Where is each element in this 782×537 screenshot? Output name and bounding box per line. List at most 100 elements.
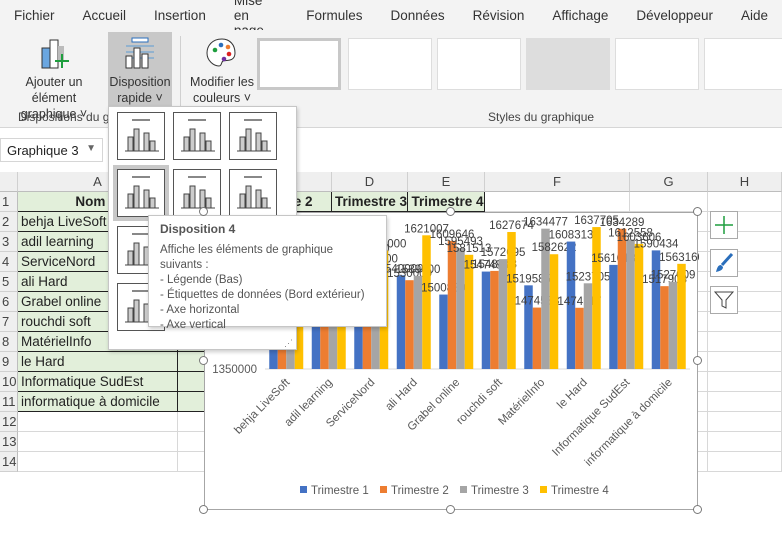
- legend-entry[interactable]: Trimestre 2: [391, 485, 449, 497]
- bar-trimestre-4[interactable]: [549, 254, 559, 369]
- cell[interactable]: [708, 332, 782, 352]
- row-header-1[interactable]: 1: [0, 192, 18, 212]
- change-colors-button[interactable]: Modifier les couleurs ˅: [186, 32, 258, 105]
- row-header-5[interactable]: 5: [0, 272, 18, 292]
- cell[interactable]: [708, 392, 782, 412]
- resize-handle[interactable]: [199, 207, 208, 216]
- bar-trimestre-1[interactable]: [651, 250, 661, 369]
- quick-layout-button[interactable]: Disposition rapide ˅: [108, 32, 172, 108]
- column-header-D[interactable]: D: [332, 172, 408, 192]
- column-header-G[interactable]: G: [630, 172, 708, 192]
- row-header-3[interactable]: 3: [0, 232, 18, 252]
- row-header-4[interactable]: 4: [0, 252, 18, 272]
- resize-handle[interactable]: [693, 505, 702, 514]
- bar-trimestre-2[interactable]: [575, 307, 584, 369]
- bar-trimestre-4[interactable]: [592, 227, 601, 369]
- chart-style-4[interactable]: [526, 38, 610, 90]
- cell[interactable]: [485, 192, 630, 212]
- legend-swatch: [300, 486, 307, 493]
- cell[interactable]: [18, 412, 178, 432]
- layout-option-5[interactable]: [173, 169, 221, 217]
- bar-trimestre-1[interactable]: [439, 294, 448, 369]
- row-header-13[interactable]: 13: [0, 432, 18, 452]
- resize-handle[interactable]: [693, 356, 702, 365]
- row-header-14[interactable]: 14: [0, 452, 18, 472]
- cell[interactable]: le Hard: [18, 352, 178, 372]
- chart-styles-button[interactable]: [710, 249, 738, 277]
- layout-option-4[interactable]: [113, 165, 169, 221]
- bar-trimestre-1[interactable]: [609, 264, 618, 369]
- bar-trimestre-1[interactable]: [481, 271, 491, 369]
- chart-style-1[interactable]: [257, 38, 341, 90]
- cell[interactable]: [708, 412, 782, 432]
- chart-style-5[interactable]: [615, 38, 699, 90]
- row-header-2[interactable]: 2: [0, 212, 18, 232]
- chart-filters-button[interactable]: [710, 286, 738, 314]
- name-box[interactable]: Graphique 3 ▼: [0, 138, 103, 162]
- bar-trimestre-4[interactable]: [634, 243, 644, 369]
- row-header-6[interactable]: 6: [0, 292, 18, 312]
- layout-option-3[interactable]: [229, 112, 277, 160]
- cell[interactable]: [708, 372, 782, 392]
- chart-style-3[interactable]: [437, 38, 521, 90]
- bar-trimestre-3[interactable]: [626, 239, 635, 369]
- legend-entry[interactable]: Trimestre 3: [471, 485, 529, 497]
- row-header-7[interactable]: 7: [0, 312, 18, 332]
- menu-1[interactable]: Accueil: [69, 8, 141, 23]
- cell[interactable]: [708, 452, 782, 472]
- menu-2[interactable]: Insertion: [140, 8, 220, 23]
- resize-handle[interactable]: [199, 356, 208, 365]
- resize-handle[interactable]: [446, 207, 455, 216]
- legend-entry[interactable]: Trimestre 4: [551, 485, 609, 497]
- cell[interactable]: Trimestre 3: [332, 192, 408, 212]
- cell[interactable]: [708, 352, 782, 372]
- row-header-9[interactable]: 9: [0, 352, 18, 372]
- add-chart-element-button[interactable]: Ajouter un élément graphique ˅: [2, 32, 106, 121]
- cell[interactable]: [708, 432, 782, 452]
- bar-trimestre-3[interactable]: [668, 281, 678, 369]
- chart-style-6[interactable]: [704, 38, 782, 90]
- bar-trimestre-1[interactable]: [396, 275, 406, 369]
- chart-elements-button[interactable]: [710, 211, 738, 239]
- cell[interactable]: informatique à domicile: [18, 392, 178, 412]
- x-tick-label: le Hard: [555, 377, 590, 412]
- row-header-8[interactable]: 8: [0, 332, 18, 352]
- menu-9[interactable]: Aide: [727, 8, 782, 23]
- bar-trimestre-2[interactable]: [617, 228, 627, 369]
- cell[interactable]: [18, 452, 178, 472]
- row-header-11[interactable]: 11: [0, 392, 18, 412]
- menu-7[interactable]: Affichage: [538, 8, 622, 23]
- bar-trimestre-4[interactable]: [677, 263, 686, 369]
- resize-handle[interactable]: [199, 505, 208, 514]
- menu-8[interactable]: Développeur: [622, 8, 727, 23]
- cell[interactable]: [708, 192, 782, 212]
- bar-trimestre-2[interactable]: [532, 307, 542, 369]
- resize-grip-icon[interactable]: ⋰: [284, 338, 293, 349]
- bar-trimestre-2[interactable]: [660, 286, 669, 369]
- menu-0[interactable]: Fichier: [0, 8, 69, 23]
- resize-handle[interactable]: [446, 505, 455, 514]
- column-header-H[interactable]: H: [708, 172, 782, 192]
- legend-entry[interactable]: Trimestre 1: [311, 485, 369, 497]
- row-header-10[interactable]: 10: [0, 372, 18, 392]
- resize-handle[interactable]: [693, 207, 702, 216]
- bar-trimestre-3[interactable]: [583, 283, 593, 369]
- bar-trimestre-4[interactable]: [422, 235, 431, 369]
- bar-trimestre-2[interactable]: [447, 240, 457, 369]
- layout-option-6[interactable]: [229, 169, 277, 217]
- cell[interactable]: Informatique SudEst: [18, 372, 178, 392]
- menu-4[interactable]: Formules: [292, 8, 376, 23]
- select-all[interactable]: [0, 172, 18, 192]
- bar-trimestre-4[interactable]: [464, 254, 474, 369]
- column-header-E[interactable]: E: [408, 172, 485, 192]
- bar-trimestre-2[interactable]: [405, 280, 414, 369]
- layout-option-1[interactable]: [117, 112, 165, 160]
- cell[interactable]: [18, 432, 178, 452]
- bar-trimestre-2[interactable]: [490, 270, 499, 369]
- chart-style-2[interactable]: [348, 38, 432, 90]
- column-header-F[interactable]: F: [485, 172, 630, 192]
- row-header-12[interactable]: 12: [0, 412, 18, 432]
- layout-option-2[interactable]: [173, 112, 221, 160]
- menu-5[interactable]: Données: [377, 8, 459, 23]
- menu-6[interactable]: Révision: [459, 8, 539, 23]
